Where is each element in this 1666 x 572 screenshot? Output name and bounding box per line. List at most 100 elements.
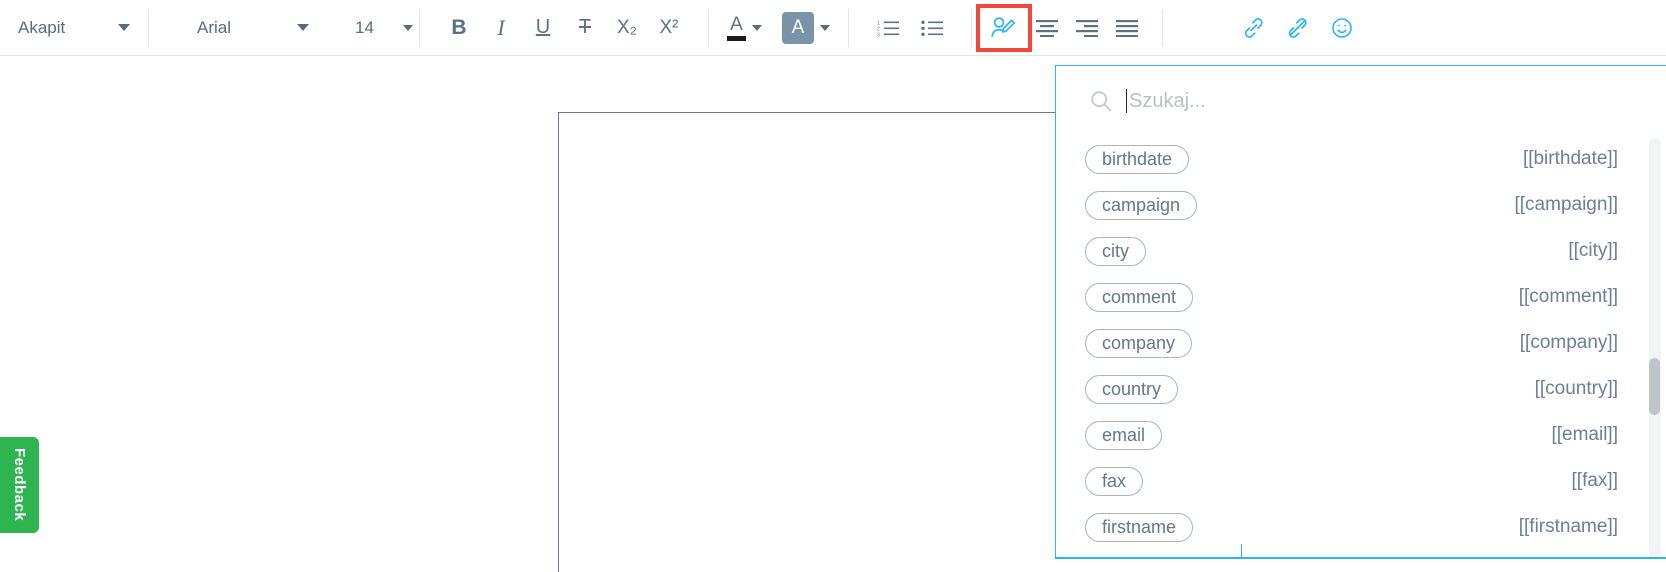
- subscript-button[interactable]: X₂: [610, 11, 644, 45]
- merge-field-token: [[email]]: [1551, 424, 1618, 445]
- list-item[interactable]: country [[country]]: [1056, 366, 1666, 412]
- text-color-swatch: [727, 35, 746, 41]
- text-format-group: B I U T X₂ X²: [442, 11, 686, 45]
- panel-scrollbar-track[interactable]: [1649, 138, 1661, 558]
- unlink-button[interactable]: [1281, 11, 1315, 45]
- text-color-button[interactable]: A: [727, 15, 762, 41]
- underline-button[interactable]: U: [526, 11, 560, 45]
- merge-field-token: [[company]]: [1519, 332, 1618, 353]
- align-justify-button[interactable]: [1110, 11, 1144, 45]
- text-color-letter: A: [730, 13, 743, 35]
- chevron-down-icon: [820, 24, 830, 31]
- toolbar-divider: [419, 8, 420, 47]
- unlink-icon: [1288, 17, 1307, 38]
- merge-field-name: company: [1085, 328, 1193, 358]
- panel-bottom-tick: [1241, 544, 1242, 558]
- list-group: 1 2 3: [871, 11, 949, 45]
- editor-toolbar: Akapit Arial 14 B I U T X₂ X² A A 1 2 3: [0, 0, 1666, 56]
- italic-label: I: [497, 14, 505, 40]
- list-item[interactable]: firstname [[firstname]]: [1056, 504, 1666, 550]
- strikethrough-button[interactable]: T: [568, 11, 602, 45]
- user-edit-icon: [991, 17, 1016, 37]
- search-icon: [1091, 91, 1112, 112]
- link-icon: [1244, 17, 1263, 38]
- list-item[interactable]: fax [[fax]]: [1056, 458, 1666, 504]
- merge-field-spacer: [1179, 11, 1227, 45]
- font-family-value: Arial: [197, 17, 232, 37]
- font-size-select[interactable]: 14: [345, 8, 419, 48]
- highlight-color-letter: A: [791, 16, 805, 38]
- search-input[interactable]: Szukaj...: [1129, 90, 1206, 113]
- unordered-list-button[interactable]: [915, 11, 949, 45]
- strikethrough-label: T: [578, 16, 592, 38]
- chevron-down-icon: [403, 24, 413, 31]
- smiley-icon: [1332, 17, 1352, 38]
- ordered-list-button[interactable]: 1 2 3: [871, 11, 905, 45]
- paragraph-style-value: Akapit: [18, 17, 66, 37]
- emoji-button[interactable]: [1325, 11, 1359, 45]
- merge-field-token: [[firstname]]: [1518, 516, 1618, 537]
- feedback-label: Feedback: [11, 448, 28, 522]
- list-item[interactable]: birthdate [[birthdate]]: [1056, 136, 1666, 182]
- chevron-down-icon: [752, 24, 762, 31]
- list-item[interactable]: company [[company]]: [1056, 320, 1666, 366]
- highlight-color-icon: A: [782, 11, 814, 44]
- bold-button[interactable]: B: [442, 11, 476, 45]
- insert-group: [1179, 11, 1359, 45]
- feedback-tab[interactable]: Feedback: [0, 437, 39, 533]
- color-group: A A: [727, 11, 830, 44]
- superscript-label: X²: [659, 16, 679, 38]
- font-size-value: 14: [355, 17, 374, 37]
- paragraph-style-select[interactable]: Akapit: [0, 8, 148, 48]
- merge-field-search-row[interactable]: Szukaj...: [1056, 66, 1666, 136]
- merge-field-name: email: [1085, 420, 1163, 450]
- toolbar-divider: [971, 8, 972, 47]
- panel-bottom-rule: [1056, 557, 1666, 558]
- merge-field-token: [[birthdate]]: [1522, 148, 1618, 169]
- align-right-button[interactable]: [1070, 11, 1104, 45]
- svg-text:3: 3: [877, 32, 880, 37]
- merge-field-list: birthdate [[birthdate]] campaign [[campa…: [1056, 136, 1666, 558]
- italic-button[interactable]: I: [484, 11, 518, 45]
- merge-field-token: [[country]]: [1534, 378, 1618, 399]
- highlight-color-button[interactable]: A: [782, 11, 830, 44]
- merge-field-token: [[comment]]: [1518, 286, 1618, 307]
- link-button[interactable]: [1237, 11, 1271, 45]
- merge-field-panel: Szukaj... birthdate [[birthdate]] campai…: [1055, 65, 1666, 559]
- chevron-down-icon: [118, 24, 130, 31]
- merge-field-name: country: [1085, 374, 1179, 404]
- merge-field-name: campaign: [1085, 190, 1198, 220]
- bold-label: B: [451, 15, 467, 39]
- align-right-icon: [1076, 19, 1098, 37]
- text-color-icon: A: [727, 15, 746, 41]
- merge-field-token: [[fax]]: [1571, 470, 1618, 491]
- merge-field-button-highlight[interactable]: [976, 4, 1032, 52]
- merge-field-name: fax: [1085, 466, 1144, 496]
- text-cursor: [1126, 89, 1127, 113]
- chevron-down-icon: [297, 24, 309, 31]
- underline-label: U: [535, 16, 551, 38]
- merge-field-token: [[city]]: [1568, 240, 1618, 261]
- font-family-select[interactable]: Arial: [179, 8, 327, 48]
- list-item[interactable]: city [[city]]: [1056, 228, 1666, 274]
- merge-field-token: [[campaign]]: [1514, 194, 1619, 215]
- toolbar-divider: [708, 8, 709, 47]
- align-center-icon: [1036, 19, 1058, 37]
- align-center-button[interactable]: [1030, 11, 1064, 45]
- panel-scrollbar-thumb[interactable]: [1649, 358, 1660, 415]
- superscript-button[interactable]: X²: [652, 11, 686, 45]
- unordered-list-icon: [921, 20, 943, 36]
- toolbar-divider: [148, 8, 149, 47]
- editor-screen: Akapit Arial 14 B I U T X₂ X² A A 1 2 3 …: [0, 0, 1666, 572]
- ordered-list-icon: 1 2 3: [877, 20, 899, 37]
- list-item[interactable]: comment [[comment]]: [1056, 274, 1666, 320]
- align-justify-icon: [1116, 19, 1138, 37]
- subscript-label: X₂: [616, 16, 638, 38]
- toolbar-divider: [848, 8, 849, 47]
- list-item[interactable]: campaign [[campaign]]: [1056, 182, 1666, 228]
- merge-field-name: birthdate: [1085, 144, 1190, 174]
- list-item[interactable]: email [[email]]: [1056, 412, 1666, 458]
- merge-field-name: firstname: [1085, 512, 1194, 542]
- toolbar-divider: [1162, 8, 1163, 47]
- merge-field-name: comment: [1085, 282, 1194, 312]
